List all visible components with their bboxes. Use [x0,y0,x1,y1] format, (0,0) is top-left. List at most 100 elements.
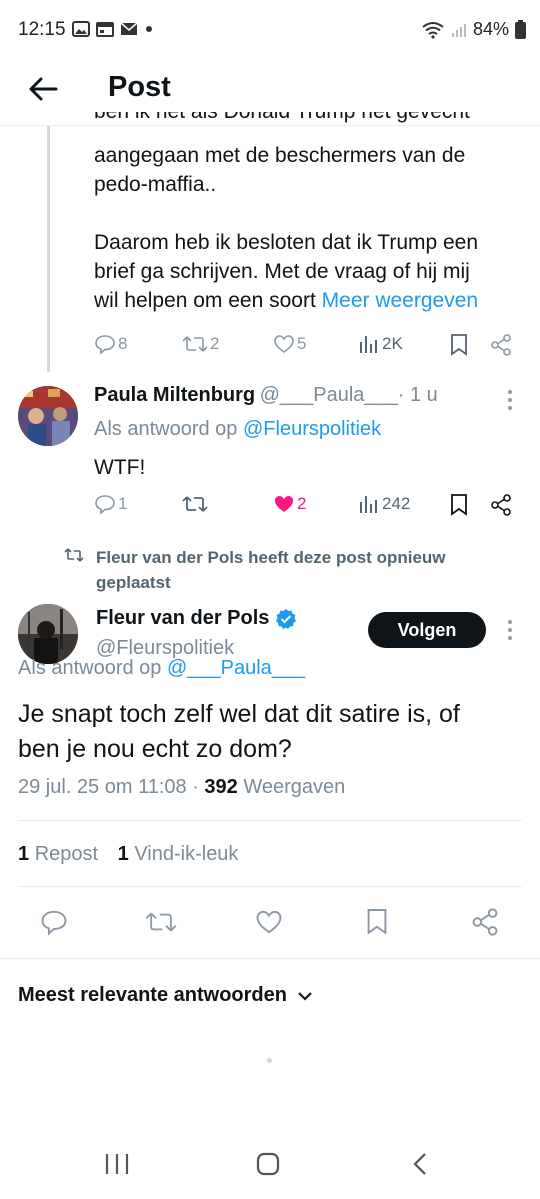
post-text-line: brief ga schrijven. Met de vraag of hij … [94,260,470,283]
repost-button[interactable] [182,493,210,515]
post-meta: 29 jul. 25 om 11:08 · 392 Weergaven [18,776,345,799]
post-time: · 1 u [397,384,438,406]
home-icon[interactable] [256,1152,280,1176]
gallery-icon [72,21,90,37]
views-button[interactable]: 242 [358,493,410,515]
repost-notice-line: geplaatst [96,573,171,592]
views-button[interactable]: 2K [358,333,403,355]
status-time: 12:15 [18,19,66,40]
reply-icon[interactable] [40,908,68,936]
replies-sort-label: Meest relevante antwoorden [18,984,287,1006]
share-icon[interactable] [471,908,499,936]
loading-dot [267,1058,272,1063]
battery-icon [515,20,526,39]
more-options-icon[interactable] [506,388,514,412]
reply-icon [95,495,115,515]
recent-apps-icon[interactable] [104,1153,130,1175]
divider [0,958,540,959]
share-icon[interactable] [490,494,512,516]
reply-post-text: WTF! [94,456,146,479]
repost-count: 2 [210,334,220,353]
page-title: Post [108,71,171,103]
reposts-count: 1 [18,843,30,865]
author-name[interactable]: Fleur van der Pols [96,607,269,630]
likes-count: 1 [117,843,129,865]
reply-button[interactable]: 1 [94,493,127,515]
post-text-blank-line [94,199,478,228]
thread-line [47,126,50,372]
repost-icon [182,496,208,512]
post-text-line: Je snapt toch zelf wel dat dit satire is… [18,700,460,728]
signal-icon [451,23,466,37]
meta-separator: · [186,776,205,798]
status-right: 84% [421,19,526,40]
main-author-line: Fleur van der Pols [96,607,297,630]
status-bar: 12:15 84% [0,0,540,62]
heart-icon[interactable] [255,908,283,936]
main-post-text: Je snapt toch zelf wel dat dit satire is… [18,697,460,767]
reply-context: Als antwoord op @Fleurspolitiek [94,418,381,441]
author-handle[interactable]: @___Paula___ [260,384,398,406]
reply-to-prefix: Als antwoord op [94,418,238,440]
bookmark-icon[interactable] [449,493,469,517]
repost-notice-icon [64,548,84,562]
avatar-image [18,604,78,664]
post-timestamp[interactable]: 29 jul. 25 om 11:08 [18,776,187,798]
views-count: 242 [382,494,411,513]
notification-icons [72,21,154,37]
post-text-line: ben je nou echt zo dom? [18,735,292,763]
back-arrow-icon[interactable] [26,72,60,106]
reposts-label: Repost [34,843,99,865]
views-label: Weergaven [243,776,346,798]
follow-button[interactable]: Volgen [368,612,486,648]
chevron-down-icon [298,991,312,1001]
bookmark-icon[interactable] [449,333,469,357]
repost-notice: Fleur van der Pols heeft deze post opnie… [96,545,446,595]
reply-count: 1 [118,494,128,513]
reply-button[interactable]: 8 [94,333,127,355]
reply-icon [95,335,115,355]
post-text-line: wil helpen om een soort [94,289,316,312]
likes-label: Vind-ik-leuk [134,843,239,865]
bookmark-icon[interactable] [365,907,389,937]
divider [18,820,522,821]
likes-stat[interactable]: 1 Vind-ik-leuk [118,843,239,865]
heart-filled-icon [275,496,293,512]
reply-context: Als antwoord op @___Paula___ [18,657,305,680]
verified-badge-icon [276,608,297,629]
avatar[interactable] [18,386,78,446]
views-count: 2K [382,334,403,353]
repost-notice-line: Fleur van der Pols heeft deze post opnie… [96,548,446,567]
clipped-line-container: ben ik het als Donald Trump het gevecht [94,112,524,126]
like-count: 5 [297,334,307,353]
post-text-line: Daarom heb ik besloten dat ik Trump een [94,231,479,254]
reposts-stat[interactable]: 1 Repost [18,843,98,865]
post-text-line: aangegaan met de beschermers van de [94,144,466,167]
divider [18,886,522,887]
system-nav-bar [0,1130,540,1199]
share-icon[interactable] [490,334,512,356]
back-nav-icon[interactable] [412,1152,428,1176]
show-more-link[interactable]: Meer weergeven [322,289,478,312]
parent-post-text: aangegaan met de beschermers van de pedo… [94,141,478,315]
reply-to-handle[interactable]: @___Paula___ [167,657,305,679]
repost-button[interactable]: 2 [182,333,219,355]
post-text-line: pedo-maffia.. [94,173,217,196]
views-chart-icon [360,336,377,353]
author-name[interactable]: Paula Miltenburg [94,384,255,406]
repost-icon [182,336,208,352]
like-button[interactable]: 2 [273,493,306,515]
reply-to-handle[interactable]: @Fleurspolitiek [243,418,381,440]
post-text-clipped-line: ben ik het als Donald Trump het gevecht [94,112,470,126]
views-count: 392 [204,776,238,798]
replies-sort-dropdown[interactable]: Meest relevante antwoorden [18,984,313,1007]
avatar[interactable] [18,604,78,664]
repost-icon[interactable] [145,908,177,936]
more-options-icon[interactable] [506,618,514,642]
like-button[interactable]: 5 [273,333,306,355]
calendar-icon [96,22,114,37]
like-count: 2 [297,494,307,513]
mail-icon [120,22,138,35]
reply-to-prefix: Als antwoord op [18,657,162,679]
views-chart-icon [360,496,377,513]
